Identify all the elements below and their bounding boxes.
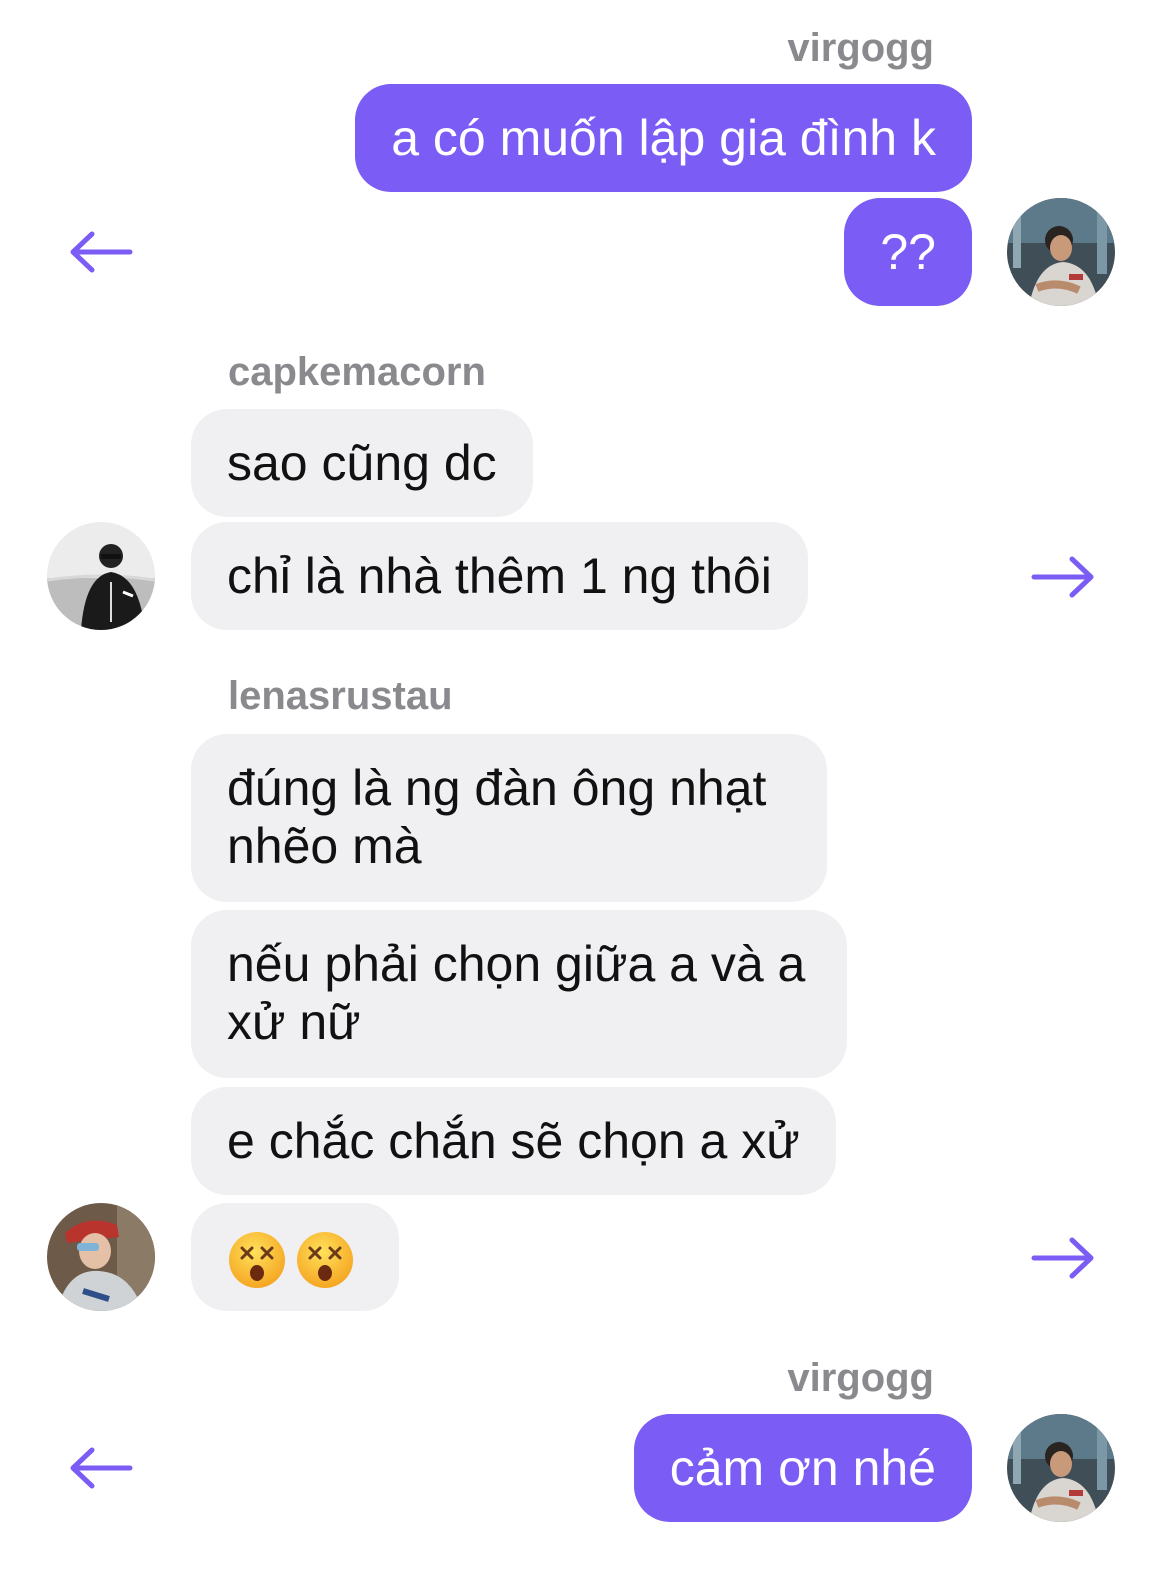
sender-name: lenasrustau bbox=[228, 674, 453, 718]
message-bubble[interactable]: ?? bbox=[844, 198, 972, 306]
message-bubble[interactable]: nếu phải chọn giữa a và a xử nữ bbox=[191, 910, 847, 1078]
avatar[interactable] bbox=[47, 1203, 155, 1311]
chat-screen: virgogg a có muốn lập gia đình k ?? capk… bbox=[0, 0, 1170, 1578]
emoji-message-bubble[interactable] bbox=[191, 1203, 399, 1311]
avatar[interactable] bbox=[47, 522, 155, 630]
message-bubble[interactable]: đúng là ng đàn ông nhạt nhẽo mà bbox=[191, 734, 827, 902]
arrow-right-icon[interactable] bbox=[1030, 555, 1096, 599]
arrow-left-icon[interactable] bbox=[68, 1446, 134, 1490]
message-bubble[interactable]: chỉ là nhà thêm 1 ng thôi bbox=[191, 522, 808, 630]
message-bubble[interactable]: sao cũng dc bbox=[191, 409, 533, 517]
message-bubble[interactable]: cảm ơn nhé bbox=[633, 1414, 972, 1522]
avatar[interactable] bbox=[1007, 1414, 1115, 1522]
avatar[interactable] bbox=[1007, 198, 1115, 306]
sender-name: virgogg bbox=[787, 1356, 934, 1400]
sender-name: capkemacorn bbox=[228, 350, 486, 394]
arrow-right-icon[interactable] bbox=[1030, 1236, 1096, 1280]
sender-name: virgogg bbox=[787, 26, 934, 70]
message-bubble[interactable]: a có muốn lập gia đình k bbox=[355, 84, 972, 192]
dizzy-face-emoji bbox=[295, 1230, 355, 1290]
message-bubble[interactable]: e chắc chắn sẽ chọn a xử bbox=[191, 1087, 836, 1195]
arrow-left-icon[interactable] bbox=[68, 230, 134, 274]
dizzy-face-emoji bbox=[227, 1230, 287, 1290]
